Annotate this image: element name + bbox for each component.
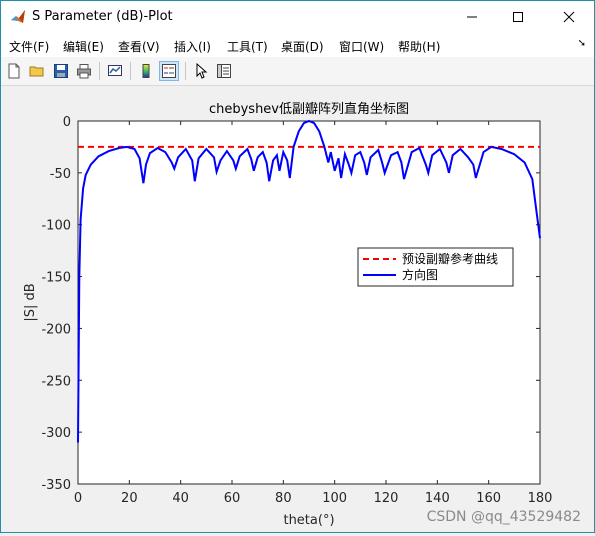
pointer-icon xyxy=(196,63,208,79)
link-plot-icon xyxy=(108,65,122,76)
property-inspector-button[interactable] xyxy=(214,61,234,81)
y-tick-label: -300 xyxy=(41,426,71,441)
colorbar-icon xyxy=(142,64,150,78)
legend-button[interactable] xyxy=(159,61,179,81)
new-figure-button[interactable] xyxy=(4,61,24,81)
y-tick-label: -350 xyxy=(41,478,71,493)
title-bar: S Parameter (dB)-Plot xyxy=(1,1,594,33)
y-axis-label: |S| dB xyxy=(23,283,38,321)
x-tick-label: 100 xyxy=(322,491,347,506)
x-tick-label: 60 xyxy=(224,491,241,506)
legend-entry-label: 预设副瓣参考曲线 xyxy=(402,251,498,266)
maximize-button[interactable] xyxy=(495,1,541,33)
toolbar-separator xyxy=(185,62,186,80)
minimize-button[interactable] xyxy=(449,1,495,33)
x-tick-label: 40 xyxy=(172,491,189,506)
close-button[interactable] xyxy=(546,1,592,33)
x-tick-label: 120 xyxy=(374,491,399,506)
menu-edit[interactable]: 编辑(E) xyxy=(63,38,104,55)
y-tick-label: -150 xyxy=(41,271,71,286)
property-inspector-icon xyxy=(217,64,231,78)
link-plot-button[interactable] xyxy=(105,61,125,81)
menu-insert[interactable]: 插入(I) xyxy=(174,38,211,55)
legend[interactable]: 预设副瓣参考曲线方向图 xyxy=(357,247,514,287)
menu-help[interactable]: 帮助(H) xyxy=(398,38,440,55)
menu-view[interactable]: 查看(V) xyxy=(118,38,160,55)
open-file-button[interactable] xyxy=(27,61,47,81)
x-tick-label: 80 xyxy=(275,491,292,506)
colorbar-button[interactable] xyxy=(136,61,156,81)
toolbar-separator xyxy=(99,62,100,80)
print-button[interactable] xyxy=(74,61,94,81)
window-title: S Parameter (dB)-Plot xyxy=(32,9,173,24)
matlab-logo-icon xyxy=(10,9,26,25)
y-tick-label: -100 xyxy=(41,219,71,234)
legend-icon xyxy=(162,64,176,78)
x-tick-label: 160 xyxy=(476,491,501,506)
x-axis-label: theta(°) xyxy=(283,513,334,528)
print-icon xyxy=(77,64,91,79)
menu-window[interactable]: 窗口(W) xyxy=(339,38,384,55)
toolbar-separator xyxy=(130,62,131,80)
x-tick-label: 0 xyxy=(74,491,82,506)
open-file-icon xyxy=(29,66,44,77)
x-tick-label: 180 xyxy=(528,491,553,506)
y-tick-label: 0 xyxy=(63,115,71,130)
menu-overflow-icon[interactable]: ➘ xyxy=(578,38,586,49)
y-tick-label: -50 xyxy=(50,167,71,182)
minimize-icon xyxy=(467,16,477,18)
menu-file[interactable]: 文件(F) xyxy=(9,38,49,55)
chart-title: chebyshev低副瓣阵列直角坐标图 xyxy=(209,102,409,117)
maximize-icon xyxy=(513,12,523,22)
figure-window: S Parameter (dB)-Plot 文件(F) 编辑(E) 查看(V) … xyxy=(0,0,595,533)
x-tick-label: 20 xyxy=(121,491,138,506)
figure-canvas: chebyshev低副瓣阵列直角坐标图 theta(°) |S| dB 0 20 4… xyxy=(1,86,594,532)
save-button[interactable] xyxy=(51,61,71,81)
new-figure-icon xyxy=(8,63,20,79)
menu-tools[interactable]: 工具(T) xyxy=(227,38,268,55)
legend-entry-label: 方向图 xyxy=(402,267,438,282)
save-icon xyxy=(54,64,68,78)
y-tick-label: -200 xyxy=(41,322,71,337)
menu-bar: 文件(F) 编辑(E) 查看(V) 插入(I) 工具(T) 桌面(D) 窗口(W… xyxy=(1,33,594,57)
toolbar xyxy=(1,57,594,86)
close-icon xyxy=(563,11,575,23)
pointer-button[interactable] xyxy=(191,61,211,81)
x-tick-label: 140 xyxy=(425,491,450,506)
y-tick-label: -250 xyxy=(41,374,71,389)
plot-svg: chebyshev低副瓣阵列直角坐标图 theta(°) |S| dB 0 20 4… xyxy=(23,102,581,528)
watermark: CSDN @qq_43529482 xyxy=(427,509,581,525)
axes-background xyxy=(77,120,541,485)
menu-desktop[interactable]: 桌面(D) xyxy=(281,38,324,55)
